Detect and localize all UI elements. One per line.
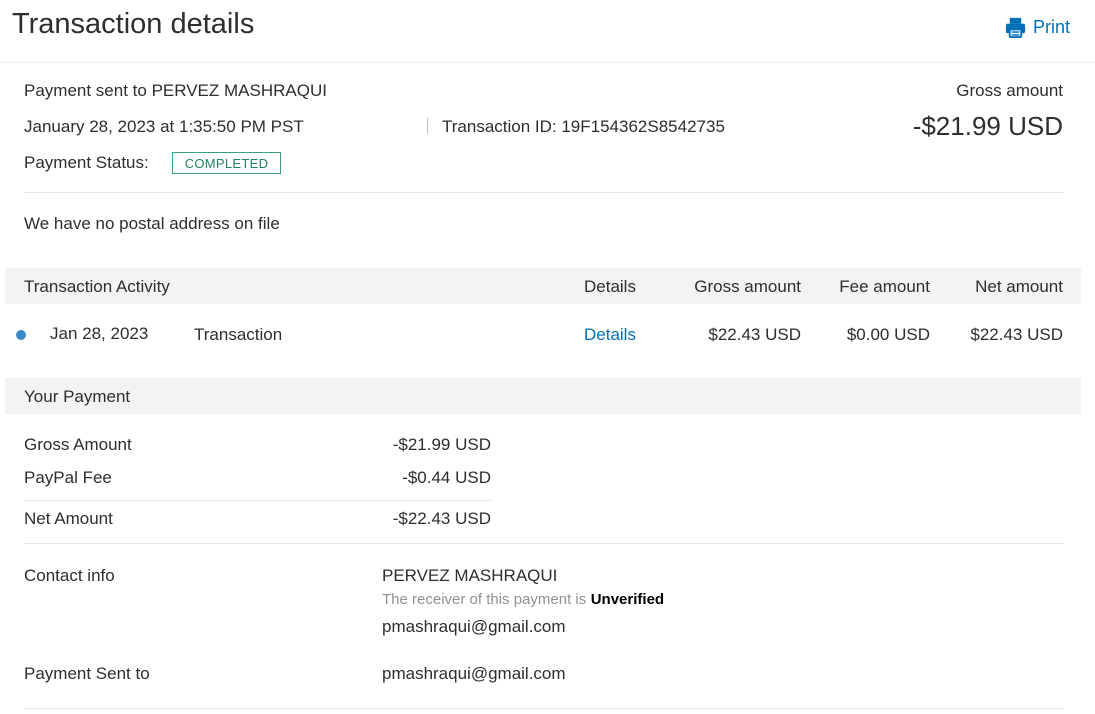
divider [24, 708, 1063, 709]
payment-status-label: Payment Status: [24, 153, 149, 172]
address-note: We have no postal address on file [24, 214, 280, 233]
net-column-header: Net amount [975, 277, 1063, 296]
activity-dot-icon [16, 330, 26, 340]
transaction-datetime: January 28, 2023 at 1:35:50 PM PST [24, 117, 304, 136]
gross-amount-label: Gross amount [956, 81, 1063, 100]
gross-amount-line-label: Gross Amount [24, 435, 132, 454]
status-badge: COMPLETED [172, 152, 281, 174]
payment-recipient: Payment sent to PERVEZ MASHRAQUI [24, 81, 327, 100]
verification-text: The receiver of this payment is [382, 591, 587, 608]
divider [24, 192, 1063, 193]
gross-column-header: Gross amount [694, 277, 801, 296]
activity-fee: $0.00 USD [846, 325, 930, 344]
activity-type: Transaction [194, 325, 283, 344]
print-button[interactable]: Print [1004, 16, 1070, 39]
activity-gross: $22.43 USD [708, 325, 801, 344]
payment-sent-to-label: Payment Sent to [24, 664, 150, 683]
transaction-id: Transaction ID: 19F154362S8542735 [442, 117, 725, 136]
activity-net: $22.43 USD [970, 325, 1063, 344]
details-column-header: Details [584, 277, 636, 296]
page-title: Transaction details [12, 8, 255, 40]
activity-date: Jan 28, 2023 [50, 324, 149, 343]
header-divider [0, 62, 1095, 63]
separator [427, 118, 428, 134]
contact-email: pmashraqui@gmail.com [382, 617, 566, 636]
your-payment-header [5, 378, 1081, 414]
gross-amount-line-value: -$21.99 USD [392, 435, 491, 454]
net-amount-value: -$22.43 USD [392, 509, 491, 528]
contact-name: PERVEZ MASHRAQUI [382, 566, 558, 585]
divider [24, 543, 1063, 544]
verification-status: The receiver of this payment is Unverifi… [382, 591, 664, 609]
contact-info-label: Contact info [24, 566, 115, 585]
details-link[interactable]: Details [584, 325, 636, 345]
paypal-fee-label: PayPal Fee [24, 468, 112, 487]
unverified-badge: Unverified [590, 591, 665, 608]
paypal-fee-value: -$0.44 USD [402, 468, 491, 487]
gross-amount-value: -$21.99 USD [912, 111, 1063, 141]
your-payment-title: Your Payment [24, 387, 131, 406]
divider [24, 500, 491, 501]
print-label: Print [1033, 17, 1071, 37]
net-amount-label: Net Amount [24, 509, 113, 528]
fee-column-header: Fee amount [839, 277, 930, 296]
payment-sent-to-email: pmashraqui@gmail.com [382, 664, 566, 683]
activity-header-label: Transaction Activity [24, 277, 170, 296]
printer-icon [1005, 17, 1026, 39]
